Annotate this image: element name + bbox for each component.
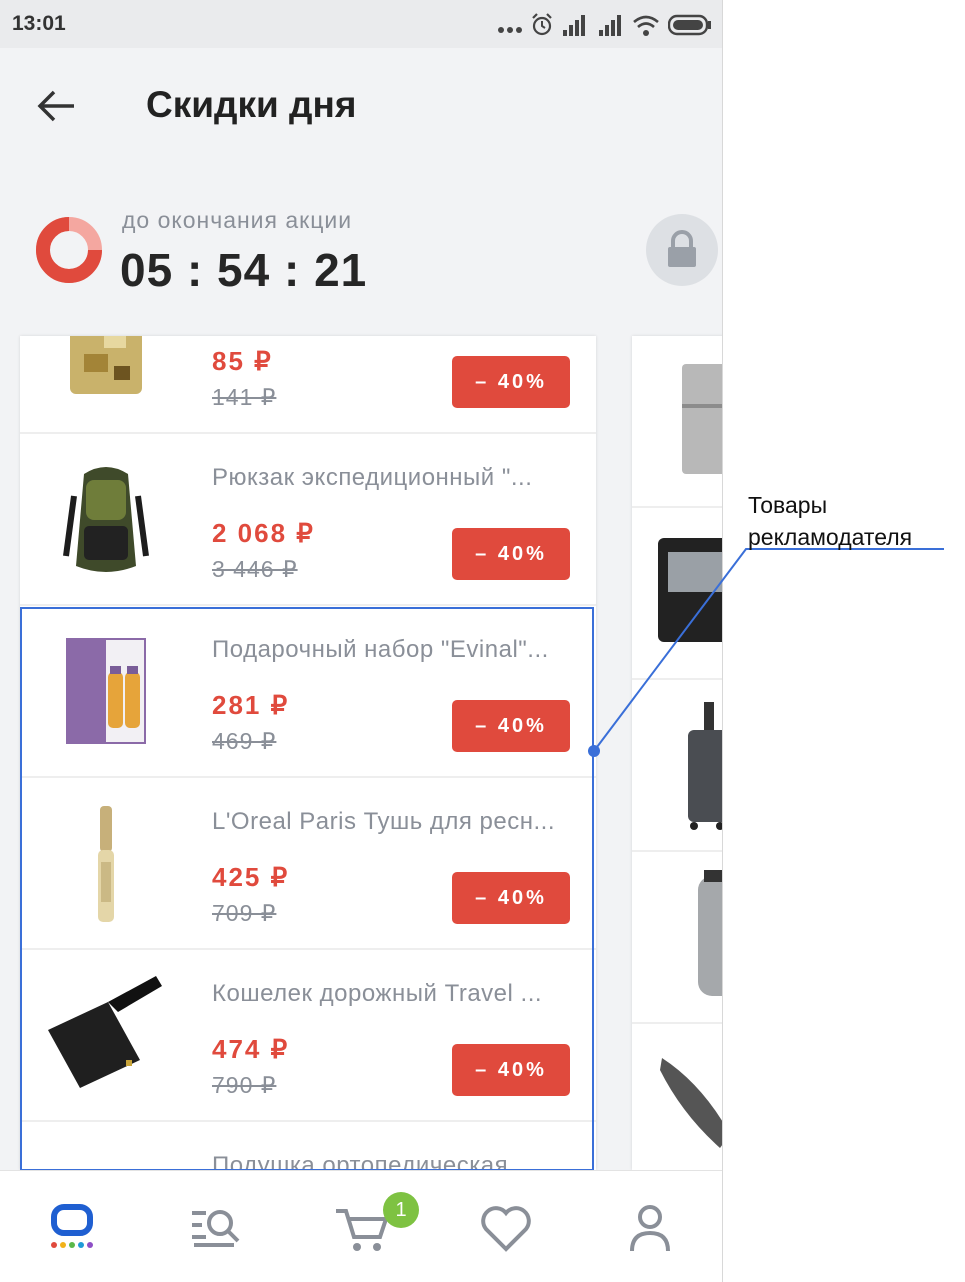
product-old-price: 141 ₽ xyxy=(212,384,277,410)
product-image-lighter xyxy=(682,364,722,474)
wifi-icon xyxy=(633,15,659,36)
discount-badge: – 40% xyxy=(452,528,570,580)
lock-icon xyxy=(668,230,696,267)
app-header: Скидки дня xyxy=(0,48,722,168)
product-row[interactable]: 85 ₽ 141 ₽ – 40% xyxy=(20,336,596,434)
timer-label: до окончания акции xyxy=(122,207,353,233)
annotation-line-1: Товары xyxy=(748,492,828,518)
product-image-backpack xyxy=(63,467,149,572)
favorites-heart-icon[interactable] xyxy=(476,1201,536,1257)
product-image-sleeping-bag xyxy=(660,1058,722,1148)
alarm-icon xyxy=(532,13,552,36)
discount-badge: – 40% xyxy=(452,356,570,408)
annotation-line-2: рекламодателя xyxy=(748,524,913,550)
product-image-heater xyxy=(658,538,722,642)
product-image-drybag xyxy=(698,870,722,996)
back-arrow-icon[interactable] xyxy=(36,88,76,124)
more-dots-icon xyxy=(498,27,522,33)
lock-button[interactable] xyxy=(646,214,718,286)
phone-screen: 13:01 Скидки дня до окончания акции 05 :… xyxy=(0,0,723,1282)
side-deals-list xyxy=(632,336,722,1170)
side-product-lighter[interactable] xyxy=(632,336,722,508)
home-logo-icon[interactable] xyxy=(42,1201,102,1257)
product-name: Рюкзак экспедиционный "... xyxy=(212,464,533,491)
product-price: 85 ₽ xyxy=(212,346,273,376)
product-image-dried-fruit xyxy=(70,336,142,394)
bottom-navigation xyxy=(0,1170,722,1282)
side-product-heater[interactable] xyxy=(632,508,722,680)
side-product-drybag[interactable] xyxy=(632,852,722,1024)
product-row[interactable]: Рюкзак экспедиционный "... 2 068 ₽ 3 446… xyxy=(20,434,596,606)
status-time: 13:01 xyxy=(12,12,66,35)
product-price: 2 068 ₽ xyxy=(212,518,315,548)
side-product-sleeping-bag[interactable] xyxy=(632,1024,722,1170)
status-bar: 13:01 xyxy=(0,0,722,48)
profile-icon[interactable] xyxy=(620,1201,680,1257)
signal-icon xyxy=(563,15,585,36)
signal-icon-2 xyxy=(599,15,621,36)
timer-ring-icon xyxy=(36,217,102,283)
product-image-suitcase xyxy=(688,702,722,830)
timer-countdown: 05 : 54 : 21 xyxy=(120,244,368,296)
advertiser-products-highlight xyxy=(20,607,594,1171)
page-title: Скидки дня xyxy=(146,84,357,125)
battery-icon xyxy=(668,14,711,36)
annotation-label: Товары рекламодателя xyxy=(748,489,912,553)
catalog-search-icon[interactable] xyxy=(186,1201,246,1257)
cart-count-badge: 1 xyxy=(383,1192,419,1228)
side-product-suitcase[interactable] xyxy=(632,680,722,852)
product-old-price: 3 446 ₽ xyxy=(212,556,298,582)
